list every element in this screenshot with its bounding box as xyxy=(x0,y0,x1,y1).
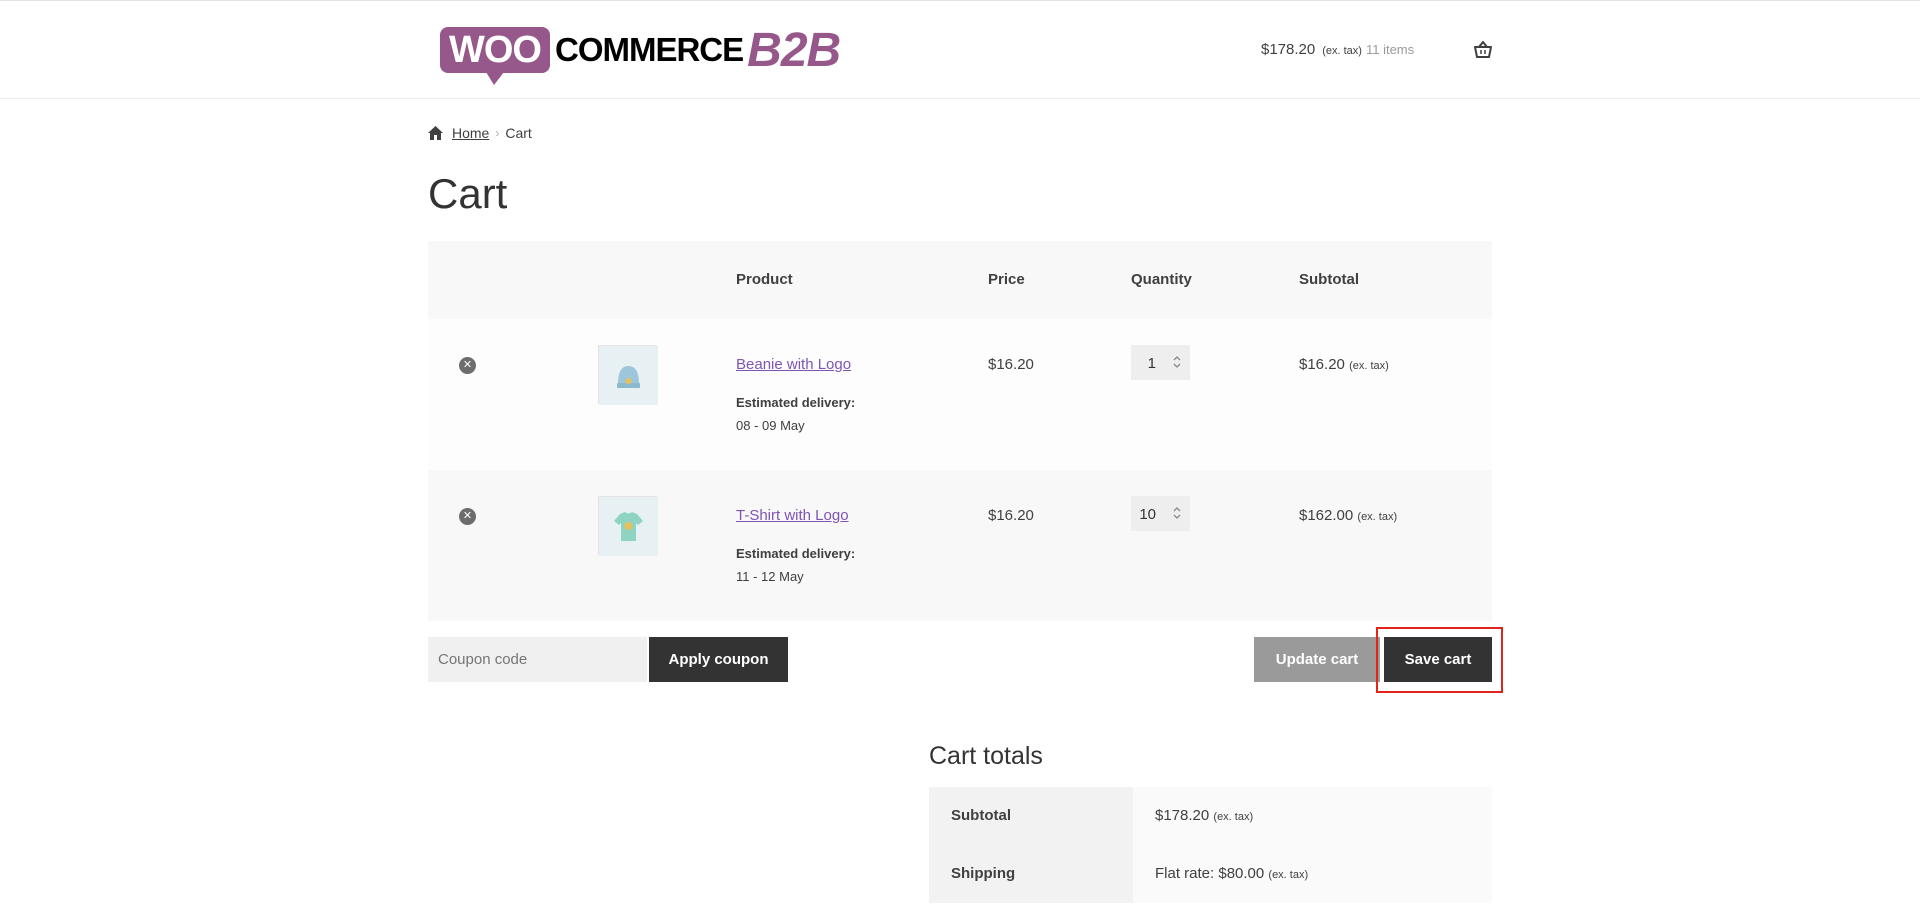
logo-commerce: COMMERCE xyxy=(554,31,744,68)
cart-row: ✕ T-Shirt with Logo Estimated delivery: … xyxy=(428,470,1492,621)
tshirt-image-icon xyxy=(599,497,658,556)
product-price: $16.20 xyxy=(988,356,1034,373)
update-cart-button[interactable]: Update cart xyxy=(1254,637,1380,682)
quantity-input[interactable]: 10 xyxy=(1131,496,1190,531)
totals-row-subtotal: Subtotal $178.20 (ex. tax) xyxy=(929,787,1492,845)
cart-row: ✕ Beanie with Logo Estimated delivery: 0… xyxy=(428,319,1492,470)
line-subtotal-tax: (ex. tax) xyxy=(1349,360,1389,372)
quantity-value: 1 xyxy=(1147,355,1156,372)
column-product: Product xyxy=(736,271,793,288)
totals-shipping-label: Shipping xyxy=(929,845,1133,903)
quantity-input[interactable]: 1 xyxy=(1131,345,1190,380)
estimated-delivery-date: 11 - 12 May xyxy=(736,569,804,584)
mini-cart-tax-note: (ex. tax) xyxy=(1322,45,1362,57)
logo-b2b: B2B xyxy=(747,23,841,77)
cart-totals-title: Cart totals xyxy=(929,742,1043,770)
totals-subtotal-label: Subtotal xyxy=(929,787,1133,845)
apply-coupon-button[interactable]: Apply coupon xyxy=(649,637,788,682)
line-subtotal-amount: $162.00 xyxy=(1299,507,1354,524)
site-logo[interactable]: WOO COMMERCE B2B xyxy=(440,21,841,85)
product-thumbnail[interactable] xyxy=(598,345,658,405)
product-name-link[interactable]: Beanie with Logo xyxy=(736,356,851,373)
quantity-stepper-icon[interactable] xyxy=(1172,354,1182,370)
mini-cart-summary[interactable]: $178.20 (ex. tax) 11 items xyxy=(1261,41,1414,58)
site-header: WOO COMMERCE B2B $178.20 (ex. tax) 11 it… xyxy=(0,0,1920,99)
estimated-delivery-label: Estimated delivery: xyxy=(736,546,856,561)
cart-table: Product Price Quantity Subtotal ✕ Beanie… xyxy=(428,241,1492,621)
logo-woo: WOO xyxy=(440,27,550,85)
totals-row-shipping: Shipping Flat rate: $80.00 (ex. tax) xyxy=(929,845,1492,903)
beanie-image-icon xyxy=(599,346,658,405)
column-quantity: Quantity xyxy=(1131,271,1192,288)
quantity-value: 10 xyxy=(1139,506,1156,523)
cart-table-header: Product Price Quantity Subtotal xyxy=(428,241,1492,319)
estimated-delivery-label: Estimated delivery: xyxy=(736,395,856,410)
remove-item-icon[interactable]: ✕ xyxy=(459,508,476,525)
totals-shipping-value: Flat rate: $80.00 (ex. tax) xyxy=(1133,845,1492,903)
product-name-link[interactable]: T-Shirt with Logo xyxy=(736,507,849,524)
breadcrumb-current: Cart xyxy=(505,125,532,141)
totals-shipping-amount: Flat rate: $80.00 xyxy=(1155,865,1265,882)
save-cart-button[interactable]: Save cart xyxy=(1384,637,1492,682)
estimated-delivery-date: 08 - 09 May xyxy=(736,418,805,433)
product-thumbnail[interactable] xyxy=(598,496,658,556)
column-price: Price xyxy=(988,271,1025,288)
home-icon xyxy=(428,126,443,140)
totals-subtotal-value: $178.20 (ex. tax) xyxy=(1133,787,1492,845)
line-subtotal: $16.20 (ex. tax) xyxy=(1299,356,1389,373)
totals-subtotal-amount: $178.20 xyxy=(1155,807,1210,824)
mini-cart-amount: $178.20 xyxy=(1261,41,1316,58)
totals-shipping-tax: (ex. tax) xyxy=(1268,869,1309,881)
remove-item-icon[interactable]: ✕ xyxy=(459,357,476,374)
cart-totals-table: Subtotal $178.20 (ex. tax) Shipping Flat… xyxy=(929,787,1492,903)
coupon-code-input[interactable] xyxy=(428,637,647,682)
mini-cart-item-count: 11 items xyxy=(1365,42,1415,57)
basket-icon[interactable] xyxy=(1474,41,1492,59)
page-title: Cart xyxy=(428,170,508,217)
line-subtotal: $162.00 (ex. tax) xyxy=(1299,507,1397,524)
product-price: $16.20 xyxy=(988,507,1034,524)
breadcrumb-separator: › xyxy=(495,126,500,140)
line-subtotal-tax: (ex. tax) xyxy=(1357,511,1398,523)
quantity-stepper-icon[interactable] xyxy=(1172,505,1182,521)
column-subtotal: Subtotal xyxy=(1299,271,1359,288)
breadcrumb-home-link[interactable]: Home xyxy=(452,125,489,141)
line-subtotal-amount: $16.20 xyxy=(1299,356,1345,373)
breadcrumb: Home › Cart xyxy=(428,125,532,141)
totals-subtotal-tax: (ex. tax) xyxy=(1213,811,1254,823)
